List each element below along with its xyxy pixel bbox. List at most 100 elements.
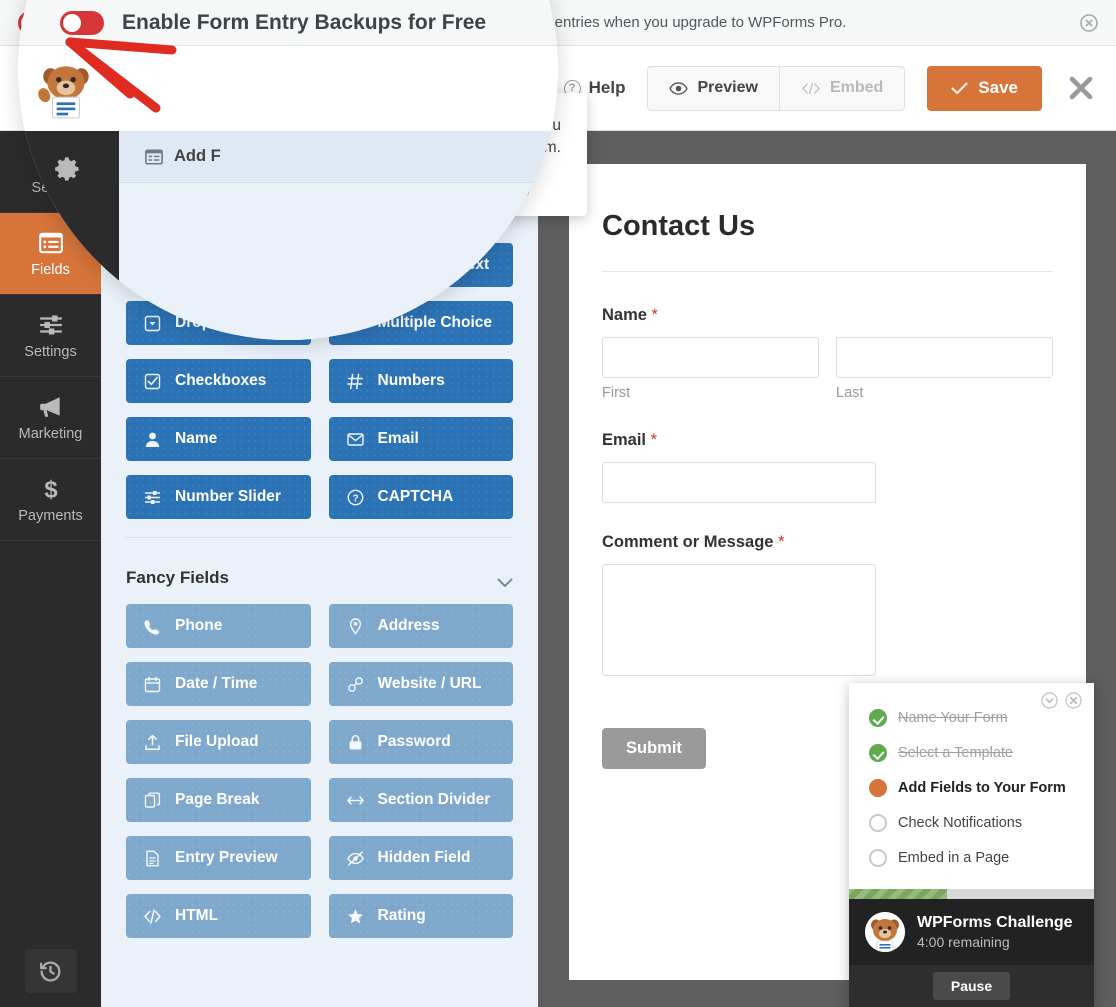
field-button-hidden-field[interactable]: Hidden Field xyxy=(328,836,513,880)
save-label: Save xyxy=(978,78,1018,97)
field-button-section-divider[interactable]: Section Divider xyxy=(328,778,513,822)
field-button-label: File Upload xyxy=(175,733,259,750)
challenge-meta: WPForms Challenge 4:00 remaining xyxy=(917,914,1073,950)
comment-textarea[interactable] xyxy=(602,564,876,676)
promo-close-icon[interactable] xyxy=(1080,13,1098,32)
eye-slash-icon xyxy=(346,850,364,866)
calendar-icon xyxy=(144,675,161,692)
field-button-label: Rating xyxy=(377,907,426,924)
field-button-phone[interactable]: Phone xyxy=(126,604,311,648)
challenge-step-label: Check Notifications xyxy=(898,814,1023,831)
challenge-step-label: Select a Template xyxy=(898,744,1013,761)
sidebar-footer xyxy=(0,949,101,993)
field-button-address[interactable]: Address xyxy=(328,604,513,648)
field-button-label: Phone xyxy=(175,617,223,634)
arrows-horizontal-icon xyxy=(346,795,364,805)
last-name-input[interactable] xyxy=(836,337,1053,378)
challenge-pause-bar: Pause xyxy=(849,965,1094,1007)
preview-embed-group: Preview Embed xyxy=(647,65,906,111)
link-chain-icon xyxy=(347,676,363,692)
dollar-sign-icon: $ xyxy=(44,476,57,501)
challenge-footer: WPForms Challenge 4:00 remaining xyxy=(849,899,1094,965)
fancy-fields-title: Fancy Fields xyxy=(126,568,229,587)
field-button-label: Page Break xyxy=(175,791,260,808)
challenge-step-2[interactable]: Select a Template xyxy=(869,735,1074,770)
challenge-controls xyxy=(1041,692,1082,709)
annotation-arrow xyxy=(65,37,177,113)
first-name-input[interactable] xyxy=(602,337,819,378)
magnified-gear-icon xyxy=(55,157,79,181)
star-icon xyxy=(347,908,363,923)
challenge-title: WPForms Challenge xyxy=(917,914,1073,931)
field-button-date-time[interactable]: Date / Time xyxy=(126,662,311,706)
challenge-close-icon[interactable] xyxy=(1065,692,1082,709)
field-comment[interactable]: Comment or Message * xyxy=(602,533,1053,676)
field-button-label: Checkboxes xyxy=(175,372,267,389)
phone-icon xyxy=(144,619,160,634)
sidebar-item-marketing[interactable]: Marketing xyxy=(0,377,101,459)
wpforms-form-builder: Enable Form Entry Backups for Free ily r… xyxy=(0,0,1116,1007)
chevron-down-circle-icon[interactable] xyxy=(1041,692,1058,709)
field-email-label: Email * xyxy=(602,431,1053,450)
field-button-html[interactable]: HTML xyxy=(126,894,311,938)
challenge-step-label: Name Your Form xyxy=(898,709,1008,726)
required-marker: * xyxy=(651,306,658,324)
chevron-down-icon[interactable] xyxy=(497,573,513,587)
embed-button[interactable]: Embed xyxy=(778,65,906,111)
step-current-icon xyxy=(869,778,887,797)
save-button[interactable]: Save xyxy=(927,65,1042,111)
field-button-number-slider[interactable]: Number Slider xyxy=(126,475,311,519)
field-button-label: Entry Preview xyxy=(175,849,278,866)
challenge-pause-button[interactable]: Pause xyxy=(932,972,1011,1000)
revisions-history-icon[interactable] xyxy=(24,949,77,993)
field-name-last: Last xyxy=(836,337,1053,401)
field-comment-text: Comment or Message xyxy=(602,533,774,551)
code-icon xyxy=(801,82,821,94)
field-button-label: Password xyxy=(377,733,451,750)
step-complete-icon xyxy=(869,708,887,727)
field-button-label: Section Divider xyxy=(377,791,491,808)
field-button-captcha[interactable]: ? CAPTCHA xyxy=(328,475,513,519)
field-button-checkboxes[interactable]: Checkboxes xyxy=(126,359,311,403)
field-button-label: CAPTCHA xyxy=(377,488,454,505)
challenge-time-remaining: 4:00 remaining xyxy=(917,934,1010,950)
field-button-email[interactable]: Email xyxy=(328,417,513,461)
email-input[interactable] xyxy=(602,462,876,503)
fancy-fields-grid: Phone Address Date / Time Website / URL File… xyxy=(126,604,513,938)
sidebar-label-payments: Payments xyxy=(18,507,83,524)
field-button-password[interactable]: Password xyxy=(328,720,513,764)
field-button-rating[interactable]: Rating xyxy=(328,894,513,938)
field-button-entry-preview[interactable]: Entry Preview xyxy=(126,836,311,880)
required-marker: * xyxy=(650,431,658,449)
field-button-website-url[interactable]: Website / URL xyxy=(328,662,513,706)
check-square-icon xyxy=(144,373,161,389)
field-button-label: Name xyxy=(175,430,218,447)
step-pending-icon xyxy=(869,813,887,832)
challenge-progress-bar xyxy=(849,889,1094,899)
field-button-name[interactable]: Name xyxy=(126,417,311,461)
preview-button[interactable]: Preview xyxy=(647,65,779,111)
field-button-label: Address xyxy=(377,617,440,634)
preview-label: Preview xyxy=(697,79,758,96)
field-button-page-break[interactable]: Page Break xyxy=(126,778,311,822)
field-button-label: Date / Time xyxy=(175,675,258,692)
challenge-step-5[interactable]: Embed in a Page xyxy=(869,840,1074,875)
field-email[interactable]: Email * xyxy=(602,431,1053,503)
check-icon xyxy=(951,82,968,94)
close-builder-icon[interactable] xyxy=(1068,75,1094,101)
challenge-step-list: Name Your Form Select a Template Add Field… xyxy=(849,683,1094,889)
challenge-mascot-avatar xyxy=(865,912,905,952)
submit-button[interactable]: Submit xyxy=(602,728,706,769)
eye-icon xyxy=(669,81,689,95)
fancy-fields-heading: Fancy Fields xyxy=(126,537,513,604)
field-button-numbers[interactable]: Numbers xyxy=(328,359,513,403)
challenge-progress-fill xyxy=(849,889,947,899)
challenge-step-4[interactable]: Check Notifications xyxy=(869,805,1074,840)
sidebar-item-payments[interactable]: $ Payments xyxy=(0,459,101,541)
field-name[interactable]: Name * First Last xyxy=(602,306,1053,401)
sliders-icon xyxy=(145,490,160,504)
megaphone-icon xyxy=(39,396,60,417)
field-button-file-upload[interactable]: File Upload xyxy=(126,720,311,764)
challenge-step-3[interactable]: Add Fields to Your Form xyxy=(869,770,1074,805)
form-title: Contact Us xyxy=(602,210,1053,272)
